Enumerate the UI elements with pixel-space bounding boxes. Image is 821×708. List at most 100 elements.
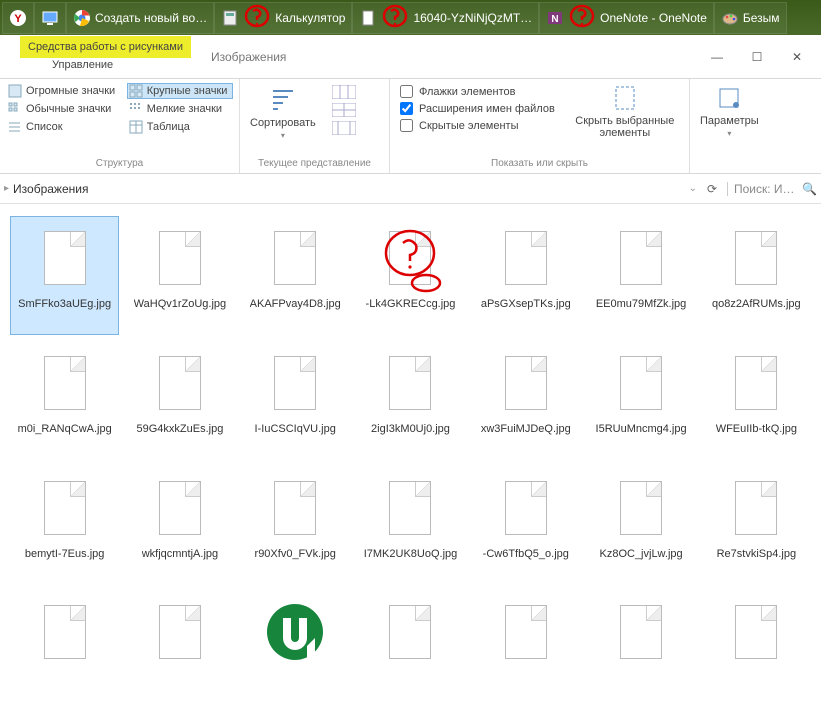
taskbar-item-label: OneNote - OneNote — [600, 11, 707, 25]
window-controls: — ☐ ✕ — [697, 43, 817, 71]
file-item[interactable]: Kz8OC_jvjLw.jpg — [586, 466, 695, 585]
paint-icon — [721, 9, 739, 27]
annotation-scribble — [568, 2, 596, 33]
file-thumbnail — [496, 472, 556, 544]
file-item[interactable] — [10, 590, 119, 696]
file-item[interactable]: EE0mu79MfZk.jpg — [586, 216, 695, 335]
file-item[interactable]: I7MK2UK8UoQ.jpg — [356, 466, 465, 585]
file-name-label: aPsGXsepTKs.jpg — [481, 298, 571, 311]
file-name-label: bemytI-7Eus.jpg — [25, 548, 104, 561]
file-thumbnail — [265, 222, 325, 294]
file-name-label: AKAFPvay4D8.jpg — [250, 298, 341, 311]
tab-images[interactable]: Изображения — [201, 35, 296, 79]
file-name-label: I7MK2UK8UoQ.jpg — [364, 548, 458, 561]
search-icon: 🔍 — [802, 182, 817, 196]
close-button[interactable]: ✕ — [777, 43, 817, 71]
view-huge-icons[interactable]: Огромные значки — [6, 83, 121, 99]
file-name-label: WFEuIIb-tkQ.jpg — [716, 423, 797, 436]
file-name-label: WaHQv1rZoUg.jpg — [134, 298, 227, 311]
check-item-flags[interactable]: Флажки элементов — [400, 85, 555, 98]
taskbar-item-3[interactable]: Калькулятор — [214, 2, 352, 34]
file-thumbnail — [726, 222, 786, 294]
file-item[interactable]: SmFFko3aUEg.jpg — [10, 216, 119, 335]
check-hidden[interactable]: Скрытые элементы — [400, 119, 555, 132]
view-table[interactable]: Таблица — [127, 119, 233, 135]
hide-selected-button[interactable]: Скрыть выбранные элементы — [565, 79, 685, 143]
taskbar-item-4[interactable]: 16040-YzNiNjQzMT… — [352, 2, 539, 34]
taskbar-item-6[interactable]: Безым — [714, 2, 787, 34]
desktop-icon — [41, 9, 59, 27]
file-thumbnail — [265, 347, 325, 419]
view-normal-icons[interactable]: Обычные значки — [6, 101, 121, 117]
file-item[interactable] — [125, 590, 234, 696]
location-dropdown-icon[interactable]: ⌄ — [689, 183, 697, 194]
file-thumbnail — [150, 347, 210, 419]
column-options[interactable] — [326, 79, 362, 146]
file-item[interactable]: WFEuIIb-tkQ.jpg — [702, 341, 811, 460]
file-item[interactable]: Re7stvkiSp4.jpg — [702, 466, 811, 585]
taskbar-item-5[interactable]: N OneNote - OneNote — [539, 2, 714, 34]
show-hide-checks: Флажки элементов Расширения имен файлов … — [390, 79, 565, 143]
taskbar-item-label: Калькулятор — [275, 11, 345, 25]
minimize-button[interactable]: — — [697, 43, 737, 71]
group-label-structure: Структура — [0, 156, 239, 173]
file-name-label: 2igI3kM0Uj0.jpg — [371, 423, 450, 436]
annotation-scribble — [243, 2, 271, 33]
file-thumbnail — [150, 222, 210, 294]
file-item[interactable]: I5RUuMncmg4.jpg — [586, 341, 695, 460]
file-item[interactable]: 2igI3kM0Uj0.jpg — [356, 341, 465, 460]
view-list[interactable]: Список — [6, 119, 121, 135]
check-extensions[interactable]: Расширения имен файлов — [400, 102, 555, 115]
taskbar-item-2[interactable]: Создать новый во… — [66, 2, 214, 34]
file-thumbnail — [611, 222, 671, 294]
view-small-icons[interactable]: Мелкие значки — [127, 101, 233, 117]
search-input[interactable]: Поиск: И… 🔍 — [727, 182, 817, 196]
file-name-label: I5RUuMncmg4.jpg — [596, 423, 687, 436]
file-item[interactable]: wkfjqcmntjA.jpg — [125, 466, 234, 585]
context-tab[interactable]: Средства работы с рисунками — [20, 36, 191, 58]
onenote-icon: N — [546, 9, 564, 27]
file-item[interactable]: -Lk4GKRECcg.jpg — [356, 216, 465, 335]
file-item[interactable] — [586, 590, 695, 696]
file-name-label: m0i_RANqCwA.jpg — [18, 423, 112, 436]
file-item[interactable]: -Cw6TfbQ5_o.jpg — [471, 466, 580, 585]
options-button[interactable]: Параметры ▾ — [690, 79, 769, 142]
file-item[interactable] — [471, 590, 580, 696]
taskbar-item-0[interactable]: Y — [2, 2, 34, 34]
taskbar-item-1[interactable] — [34, 2, 66, 34]
file-item[interactable]: qo8z2AfRUMs.jpg — [702, 216, 811, 335]
svg-text:N: N — [552, 14, 559, 25]
group-label-show-hide: Показать или скрыть — [390, 156, 689, 173]
file-item[interactable] — [702, 590, 811, 696]
file-item[interactable]: m0i_RANqCwA.jpg — [10, 341, 119, 460]
file-thumbnail — [380, 347, 440, 419]
sort-button[interactable]: Сортировать ▾ — [240, 79, 326, 146]
file-item[interactable] — [356, 590, 465, 696]
file-item[interactable]: AKAFPvay4D8.jpg — [241, 216, 350, 335]
nav-dropdown-icon[interactable]: ▸ — [4, 183, 9, 194]
file-item[interactable]: WaHQv1rZoUg.jpg — [125, 216, 234, 335]
file-thumbnail — [380, 472, 440, 544]
file-item[interactable]: aPsGXsepTKs.jpg — [471, 216, 580, 335]
taskbar-item-label: Создать новый во… — [95, 11, 207, 25]
file-name-label: Re7stvkiSp4.jpg — [717, 548, 797, 561]
file-item[interactable]: 59G4kxkZuEs.jpg — [125, 341, 234, 460]
file-item[interactable] — [241, 590, 350, 696]
refresh-button[interactable]: ⟳ — [701, 182, 723, 196]
svg-text:Y: Y — [14, 13, 22, 25]
file-item[interactable]: bemytI-7Eus.jpg — [10, 466, 119, 585]
file-item[interactable]: xw3FuiMJDeQ.jpg — [471, 341, 580, 460]
file-grid: SmFFko3aUEg.jpg WaHQv1rZoUg.jpg AKAFPvay4D… — [0, 204, 821, 708]
breadcrumb-bar: ▸ Изображения ⌄ ⟳ Поиск: И… 🔍 — [0, 174, 821, 204]
chrome-icon — [73, 9, 91, 27]
breadcrumb[interactable]: Изображения — [13, 182, 685, 196]
file-item[interactable]: r90Xfv0_FVk.jpg — [241, 466, 350, 585]
view-large-icons[interactable]: Крупные значки — [127, 83, 233, 99]
maximize-button[interactable]: ☐ — [737, 43, 777, 71]
file-name-label: qo8z2AfRUMs.jpg — [712, 298, 801, 311]
file-thumbnail — [496, 347, 556, 419]
group-label-current-view: Текущее представление — [240, 156, 389, 173]
file-name-label: Kz8OC_jvjLw.jpg — [599, 548, 682, 561]
file-item[interactable]: I-IuCSCIqVU.jpg — [241, 341, 350, 460]
context-subtitle: Управление — [52, 59, 113, 71]
